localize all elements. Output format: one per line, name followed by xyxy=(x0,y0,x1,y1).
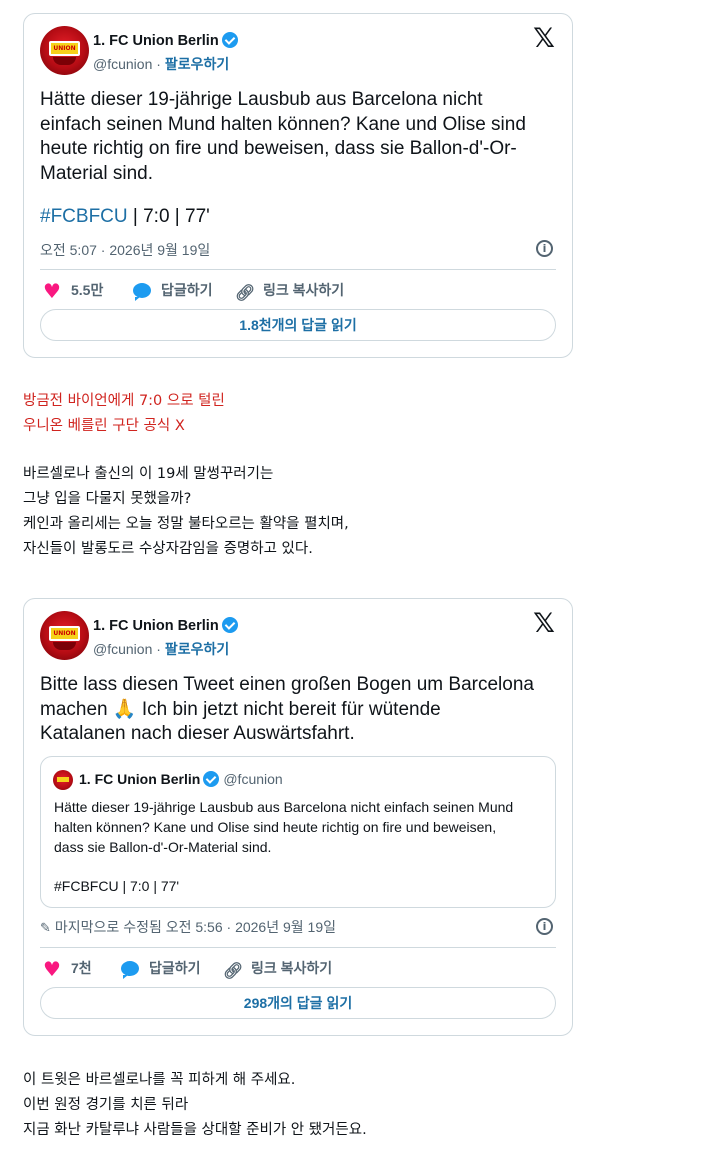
translation-line: 이번 원정 경기를 치른 뒤라 xyxy=(23,1097,189,1113)
caption-line: 우니온 베를린 구단 공식 X xyxy=(23,418,185,434)
follow-link[interactable]: 팔로우하기 xyxy=(165,641,229,657)
score-text: | 7:0 | 77' xyxy=(127,206,210,227)
translation-line: 이 트윗은 바르셀로나를 꼭 피하게 해 주세요. xyxy=(23,1072,296,1088)
translation-line: 케인과 올리세는 오늘 정말 불타오르는 활약을 펼치며, xyxy=(23,516,349,532)
avatar[interactable]: UNION xyxy=(40,26,89,75)
follow-link[interactable]: 팔로우하기 xyxy=(165,56,229,72)
avatar[interactable]: UNION xyxy=(40,611,89,660)
handle[interactable]: @fcunion xyxy=(93,641,152,657)
reply-bubble-icon xyxy=(121,961,139,979)
tweet-text: Bitte lass diesen Tweet einen großen Bog… xyxy=(40,674,534,744)
quote-hashtag-line: #FCBFCU | 7:0 | 77' xyxy=(54,878,180,894)
x-logo-icon[interactable]: 𝕏 xyxy=(532,610,556,637)
x-logo-icon[interactable]: 𝕏 xyxy=(532,25,556,52)
handle[interactable]: @fcunion xyxy=(93,56,152,72)
verified-badge-icon xyxy=(203,771,220,787)
club-crest-icon: UNION xyxy=(49,626,80,641)
like-count: 5.5만 xyxy=(71,282,104,298)
reply-bubble-icon xyxy=(133,283,151,301)
heart-icon: ♥ xyxy=(43,279,61,303)
pencil-icon: ✎ xyxy=(40,921,51,936)
caption-block: 방금전 바이언에게 7:0 으로 털린 우니온 베를린 구단 공식 X xyxy=(23,389,225,439)
divider xyxy=(40,269,556,270)
quote-text: Hätte dieser 19-jährige Lausbub aus Barc… xyxy=(54,799,514,855)
copy-link-label: 링크 복사하기 xyxy=(263,282,345,298)
heart-icon: ♥ xyxy=(43,957,61,981)
folded-hands-emoji-icon: 🙏 xyxy=(112,698,137,720)
tweet-embed-1[interactable]: UNION 1. FC Union Berlin @fcunion · 팔로우하… xyxy=(23,13,573,358)
tweet-text: Hätte dieser 19-jährige Lausbub aus Barc… xyxy=(40,89,526,184)
caption-line: 방금전 바이언에게 7:0 으로 털린 xyxy=(23,393,225,409)
quote-display-name: 1. FC Union Berlin xyxy=(79,771,201,787)
translation-line: 자신들이 발롱도르 수상자감임을 증명하고 있다. xyxy=(23,541,313,557)
quoted-tweet[interactable]: 1. FC Union Berlin @fcunion Hätte dieser … xyxy=(40,756,556,908)
translation-block: 이 트윗은 바르셀로나를 꼭 피하게 해 주세요. 이번 원정 경기를 치른 뒤… xyxy=(23,1068,367,1143)
display-name[interactable]: 1. FC Union Berlin xyxy=(93,618,219,634)
read-replies-button[interactable]: 298개의 답글 읽기 xyxy=(40,987,556,1019)
reply-label: 답글하기 xyxy=(149,960,201,976)
translation-block: 바르셀로나 출신의 이 19세 말썽꾸러기는 그냥 입을 다물지 못했을까? 케… xyxy=(23,462,349,562)
like-button[interactable]: ♥ 7천 xyxy=(43,957,92,981)
divider xyxy=(40,947,556,948)
club-crest-icon: UNION xyxy=(49,41,80,56)
info-icon[interactable]: i xyxy=(536,918,553,935)
copy-link-button[interactable]: 🔗︎ 링크 복사하기 xyxy=(223,958,332,980)
copy-link-button[interactable]: 🔗︎ 링크 복사하기 xyxy=(235,280,344,302)
link-icon: 🔗︎ xyxy=(235,283,256,302)
separator: · xyxy=(152,641,165,657)
like-count: 7천 xyxy=(71,960,92,976)
avatar xyxy=(53,770,73,790)
read-replies-button[interactable]: 1.8천개의 답글 읽기 xyxy=(40,309,556,341)
verified-badge-icon xyxy=(221,617,238,633)
translation-line: 바르셀로나 출신의 이 19세 말썽꾸러기는 xyxy=(23,466,274,482)
timestamp[interactable]: 마지막으로 수정됨 오전 5:56 · 2026년 9월 19일 xyxy=(55,919,336,935)
timestamp[interactable]: 오전 5:07 · 2026년 9월 19일 xyxy=(40,240,210,260)
translation-line: 지금 화난 카탈루냐 사람들을 상대할 준비가 안 됐거든요. xyxy=(23,1122,367,1138)
copy-link-label: 링크 복사하기 xyxy=(251,960,333,976)
reply-button[interactable]: 답글하기 xyxy=(133,280,213,301)
like-button[interactable]: ♥ 5.5만 xyxy=(43,279,104,303)
display-name[interactable]: 1. FC Union Berlin xyxy=(93,33,219,49)
link-icon: 🔗︎ xyxy=(223,961,244,980)
translation-line: 그냥 입을 다물지 못했을까? xyxy=(23,491,192,507)
verified-badge-icon xyxy=(221,32,238,48)
tweet-embed-2[interactable]: UNION 1. FC Union Berlin @fcunion · 팔로우하… xyxy=(23,598,573,1036)
separator: · xyxy=(152,56,165,72)
reply-button[interactable]: 답글하기 xyxy=(121,958,201,979)
info-icon[interactable]: i xyxy=(536,240,553,257)
reply-label: 답글하기 xyxy=(161,282,213,298)
quote-handle: @fcunion xyxy=(223,771,283,787)
hashtag-link[interactable]: #FCBFCU xyxy=(40,206,128,227)
